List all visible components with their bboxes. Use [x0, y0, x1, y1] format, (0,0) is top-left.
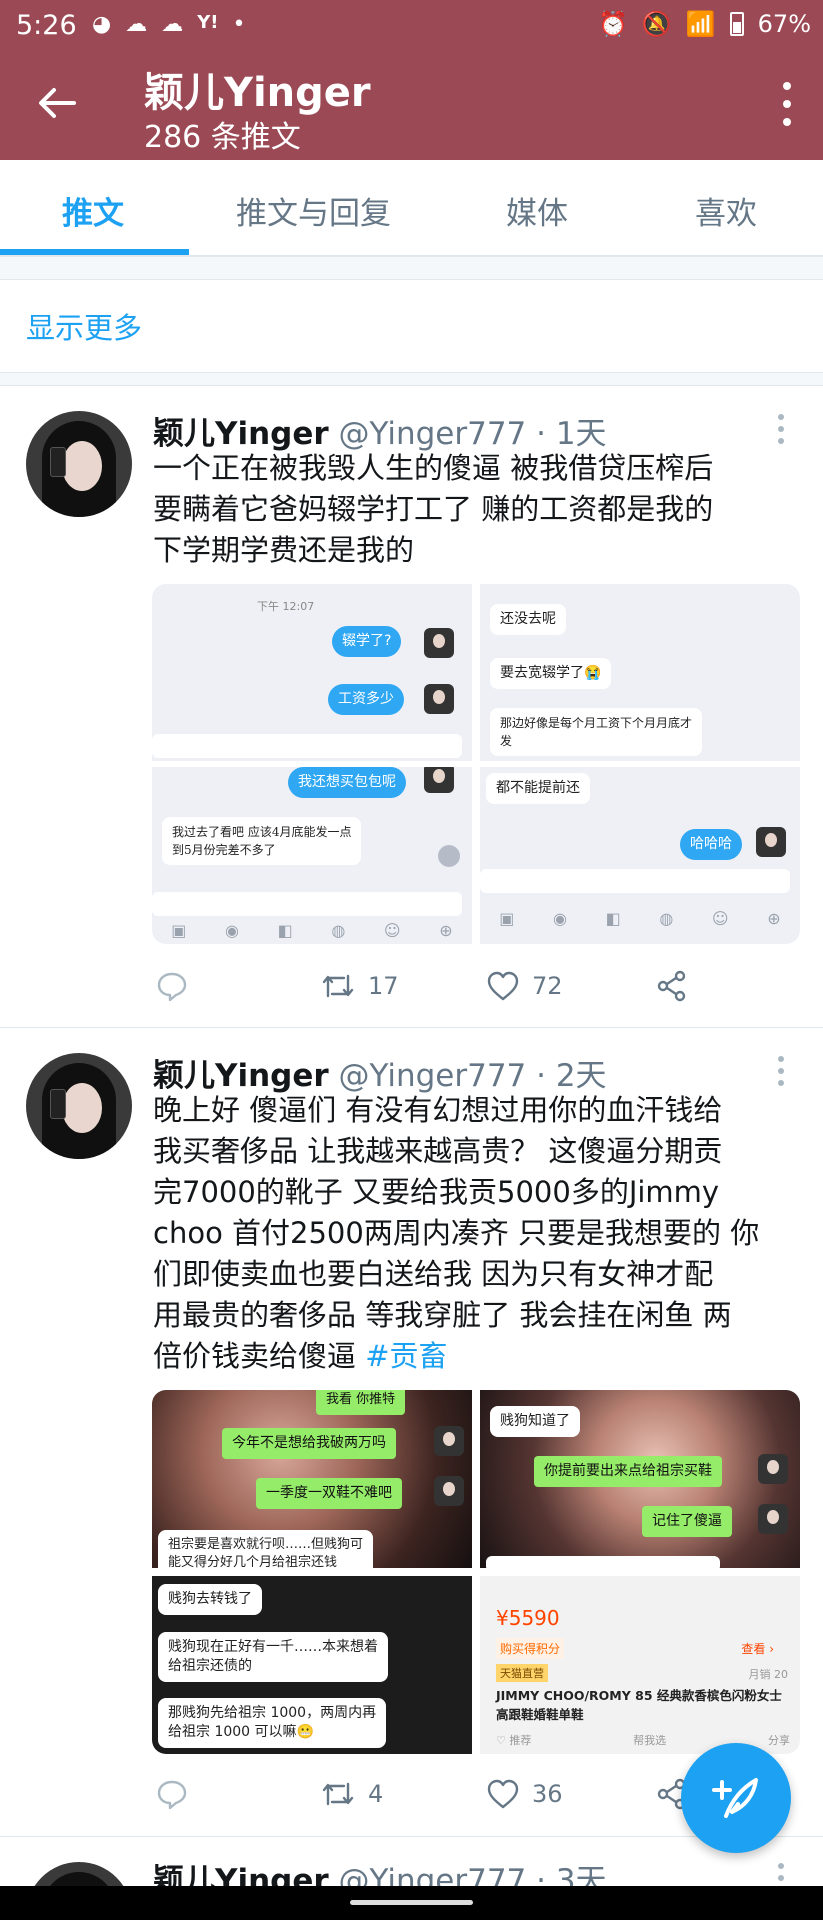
author-meta: @Yinger777 · 3天 [338, 1863, 607, 1886]
media-image[interactable]: 贱狗知道了 你提前要出来点给祖宗买鞋 记住了傻逼 [480, 1390, 800, 1568]
avatar[interactable] [26, 1862, 132, 1886]
reply-icon [157, 972, 187, 1002]
system-icons: ⏰ 🔕 📶 67% [598, 10, 811, 38]
tweet[interactable]: 颖儿Yinger @Yinger777 · 3天 [0, 1837, 823, 1886]
battery-icon [729, 12, 744, 36]
alarm-icon: ⏰ [597, 10, 628, 38]
retweet-icon [322, 974, 354, 998]
profile-tabs: 推文 推文与回复 媒体 喜欢 [0, 160, 823, 256]
author-meta: @Yinger777 · 1天 [338, 416, 607, 452]
tweet-media-grid[interactable]: 我看 你推特 今年不是想给我破两万吗 一季度一双鞋不难吧 祖宗要是喜欢就行呗……… [152, 1390, 800, 1754]
media-image[interactable]: ¥5590 购买得积分 查看 › 天猫直营 月销 20 JIMMY CHOO/R… [480, 1576, 800, 1754]
tab-likes[interactable]: 喜欢 [695, 188, 757, 233]
tab-media[interactable]: 媒体 [506, 188, 568, 233]
cloud-icon: ☁ [125, 12, 148, 37]
tweet-count: 286 条推文 [144, 120, 301, 155]
game-icon: ◍ [331, 920, 346, 940]
cloud-icon: ☁ [161, 12, 184, 37]
media-image[interactable]: 贱狗去转钱了 贱狗现在正好有一千……本来想着 给祖宗还债的 那贱狗先给祖宗 10… [152, 1576, 472, 1754]
emoji-icon: ☺ [383, 920, 401, 940]
plus-icon: ⊕ [439, 920, 453, 940]
game-icon: ◍ [659, 908, 674, 928]
author-meta: @Yinger777 · 2天 [338, 1058, 607, 1094]
back-button[interactable] [34, 80, 80, 126]
image-icon: ▣ [499, 908, 515, 928]
tweet[interactable]: 颖儿Yinger @Yinger777 · 1天 一个正在被我毁人生的傻逼 被我… [0, 386, 823, 1026]
profile-name: 颖儿Yinger [144, 70, 371, 116]
chat-toolbar: ▣ ◉ ◧ ◍ ☺ ⊕ [480, 903, 800, 933]
heart-icon [487, 971, 519, 1001]
tab-tweets-and-replies[interactable]: 推文与回复 [236, 188, 391, 233]
share-icon [657, 970, 686, 1002]
like-count: 72 [532, 972, 563, 1000]
avatar[interactable] [26, 1053, 132, 1159]
weibo-icon: ◕ [92, 12, 112, 37]
media-image[interactable]: 还没去呢 要去宽辍学了😭 那边好像是每个月工资下个月月底才 发 [480, 584, 800, 761]
share-button[interactable] [656, 970, 688, 1002]
retweet-count: 17 [368, 972, 399, 1000]
chat-toolbar: ▣ ◉ ◧ ◍ ☺ ⊕ [152, 915, 472, 944]
plus-icon: ⊕ [767, 908, 781, 928]
tweet-media-grid[interactable]: 下午 12:07 辍学了? 工资多少 还没去呢 要去宽辍学了😭 那边好像是每个月… [152, 584, 800, 944]
author-name[interactable]: 颖儿Yinger [153, 1863, 329, 1886]
media-image[interactable]: 我看 你推特 今年不是想给我破两万吗 一季度一双鞋不难吧 祖宗要是喜欢就行呗……… [152, 1390, 472, 1568]
like-button[interactable]: 72 [486, 970, 563, 1002]
notification-icons: ◕ ☁ ☁ Y! • [92, 12, 245, 37]
system-navigation-bar [0, 1886, 823, 1920]
tweet-header: 颖儿Yinger @Yinger777 · 2天 [153, 1050, 607, 1095]
show-more-link[interactable]: 显示更多 [26, 305, 142, 347]
tweet[interactable]: 颖儿Yinger @Yinger777 · 2天 晚上好 傻逼们 有没有幻想过用… [0, 1028, 823, 1836]
home-gesture-handle[interactable] [350, 1900, 473, 1905]
gift-icon: ◧ [277, 920, 293, 940]
tab-indicator [0, 249, 189, 255]
tweet-menu-button[interactable] [777, 414, 785, 444]
tweet-actions: 17 72 [152, 970, 712, 1010]
arrow-left-icon [39, 88, 76, 118]
wifi-icon: 📶 [685, 10, 716, 38]
media-image[interactable]: 下午 12:07 辍学了? 工资多少 [152, 584, 472, 761]
tweet-menu-button[interactable] [777, 1863, 785, 1886]
media-image[interactable]: 都不能提前还 哈哈哈 ▣ ◉ ◧ ◍ ☺ ⊕ [480, 767, 800, 944]
overflow-menu-button[interactable] [775, 82, 799, 126]
divider [0, 256, 823, 280]
tweet-text: 晚上好 傻逼们 有没有幻想过用你的血汗钱给 我买奢侈品 让我越来越高贵？ 这傻逼… [153, 1093, 760, 1373]
like-button[interactable]: 36 [486, 1778, 563, 1810]
emoji-icon: ☺ [711, 908, 729, 928]
heart-icon [487, 1779, 519, 1809]
image-icon: ▣ [171, 920, 187, 940]
yahoo-icon: Y! [197, 12, 219, 33]
profile-header: 颖儿Yinger 286 条推文 [0, 50, 823, 160]
reply-button[interactable] [156, 1778, 200, 1810]
media-image[interactable]: 我还想买包包呢 我过去了看吧 应该4月底能发一点 到5月份完差不多了 ▣ ◉ ◧ ◍ ☺… [152, 767, 472, 944]
like-count: 36 [532, 1780, 563, 1808]
retweet-button[interactable]: 4 [320, 1778, 383, 1810]
camera-icon: ◉ [553, 908, 567, 928]
tweet-text: 一个正在被我毁人生的傻逼 被我借贷压榨后 要瞒着它爸妈辍学打工了 赚的工资都是我… [153, 451, 714, 567]
retweet-icon [322, 1782, 354, 1806]
avatar[interactable] [26, 411, 132, 517]
tab-tweets[interactable]: 推文 [62, 188, 124, 233]
tweet-header: 颖儿Yinger @Yinger777 · 1天 [153, 408, 607, 453]
reply-icon [157, 1780, 187, 1810]
tweet-actions: 4 36 [152, 1778, 712, 1818]
author-name[interactable]: 颖儿Yinger [153, 1058, 329, 1094]
status-time: 5:26 [16, 10, 77, 41]
dot-icon: • [232, 12, 246, 37]
tweet-header: 颖儿Yinger @Yinger777 · 3天 [153, 1855, 607, 1886]
gift-icon: ◧ [605, 908, 621, 928]
tweet-menu-button[interactable] [777, 1056, 785, 1086]
reply-button[interactable] [156, 970, 200, 1002]
retweet-button[interactable]: 17 [320, 970, 399, 1002]
divider [0, 372, 823, 386]
camera-icon: ◉ [225, 920, 239, 940]
battery-level: 67% [757, 10, 811, 38]
status-bar: 5:26 ◕ ☁ ☁ Y! • ⏰ 🔕 📶 67% [0, 0, 823, 50]
author-name[interactable]: 颖儿Yinger [153, 416, 329, 452]
compose-feather-icon [712, 1778, 758, 1818]
mute-icon: 🔕 [641, 10, 672, 38]
hashtag-link[interactable]: #贡畜 [365, 1339, 447, 1373]
compose-tweet-button[interactable] [681, 1743, 791, 1853]
retweet-count: 4 [368, 1780, 384, 1808]
